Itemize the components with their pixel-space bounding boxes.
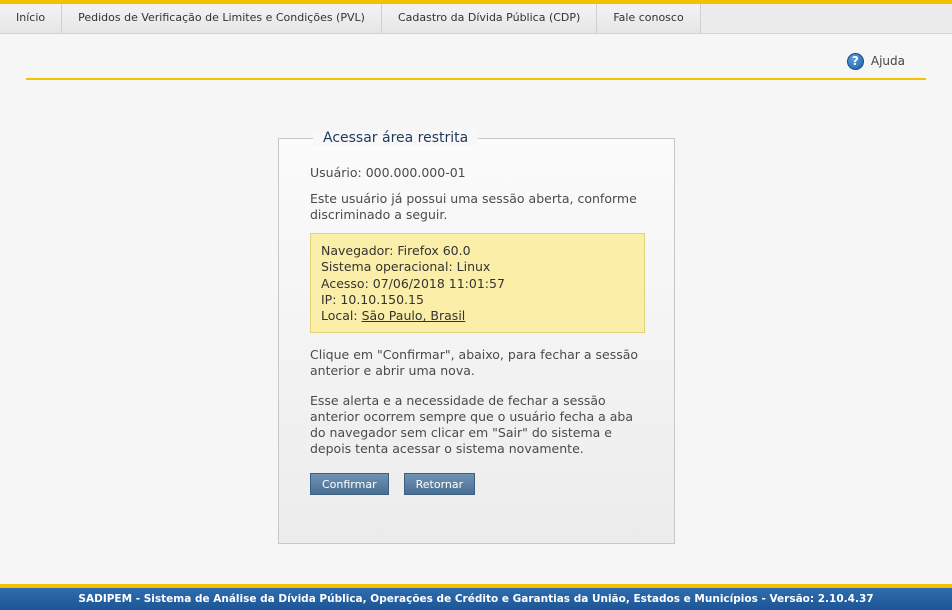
nav-item-fale-conosco[interactable]: Fale conosco: [597, 4, 701, 33]
return-button[interactable]: Retornar: [403, 473, 476, 496]
panel-title: Acessar área restrita: [313, 130, 479, 146]
session-ip: IP: 10.10.150.15: [321, 291, 424, 307]
confirm-button[interactable]: Confirmar: [310, 473, 389, 496]
session-note: Esse alerta e a necessidade de fechar a …: [310, 393, 633, 457]
question-circle-icon: ?: [846, 52, 864, 70]
user-line: Usuário: 000.000.000-01: [310, 165, 466, 180]
panel-body: Usuário: 000.000.000-01 Este usuário já …: [310, 165, 650, 496]
session-browser: Navegador: Firefox 60.0: [321, 243, 471, 258]
session-location-link[interactable]: São Paulo, Brasil: [362, 308, 466, 323]
footer: SADIPEM - Sistema de Análise da Dívida P…: [0, 584, 952, 610]
nav-item-cdp[interactable]: Cadastro da Dívida Pública (CDP): [381, 4, 598, 33]
session-access: Acesso: 07/06/2018 11:01:57: [321, 275, 505, 291]
restricted-access-panel: Acessar área restrita Usuário: 000.000.0…: [278, 130, 675, 544]
nav-item-inicio[interactable]: Início: [0, 4, 63, 33]
nav-item-pvl[interactable]: Pedidos de Verificação de Limites e Cond…: [62, 4, 382, 33]
top-navigation: Início Pedidos de Verificação de Limites…: [0, 0, 952, 34]
intro-text: Este usuário já possui uma sessão aberta…: [310, 191, 637, 222]
session-location: Local: São Paulo, Brasil: [321, 308, 634, 324]
confirm-instructions: Clique em "Confirmar", abaixo, para fech…: [310, 347, 639, 379]
action-buttons: Confirmar Retornar: [310, 473, 650, 496]
help-link[interactable]: ? Ajuda: [846, 52, 905, 70]
help-label: Ajuda: [870, 54, 905, 68]
header-divider: [26, 78, 926, 80]
session-info-box: Navegador: Firefox 60.0 Sistema operacio…: [310, 233, 645, 334]
session-location-label: Local:: [321, 308, 362, 324]
session-os: Sistema operacional: Linux: [321, 259, 491, 275]
